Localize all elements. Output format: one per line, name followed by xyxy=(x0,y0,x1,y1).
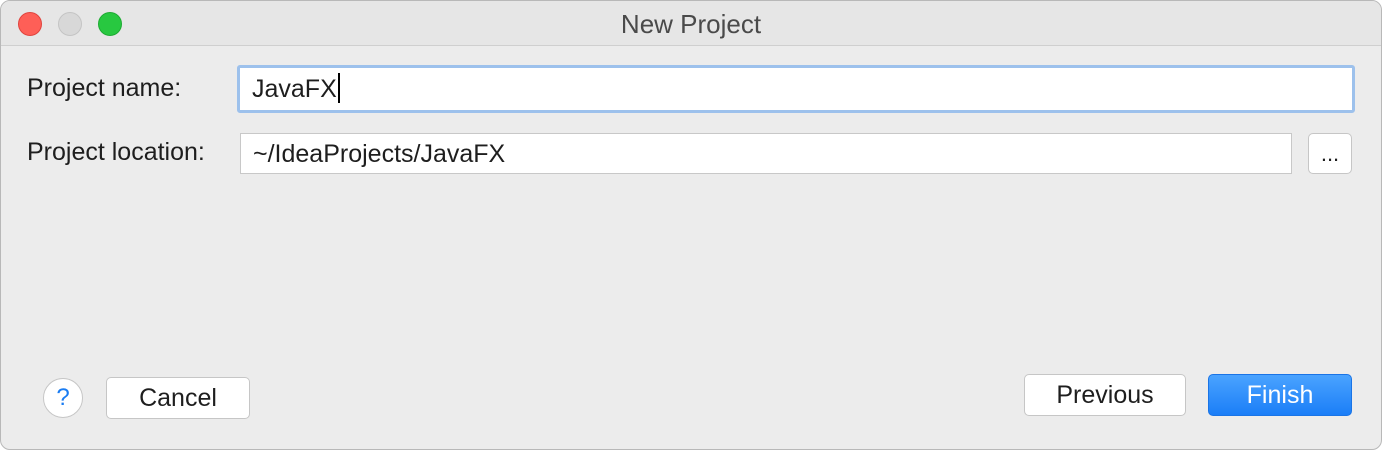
new-project-dialog: New Project Project name: JavaFX Project… xyxy=(0,0,1382,450)
project-location-value: ~/IdeaProjects/JavaFX xyxy=(253,140,506,168)
text-caret xyxy=(337,73,340,104)
help-button[interactable]: ? xyxy=(43,378,83,418)
window-title: New Project xyxy=(620,9,762,39)
browse-location-button[interactable]: ... xyxy=(1308,133,1352,174)
title-bar: New Project xyxy=(1,1,1381,46)
finish-button[interactable]: Finish xyxy=(1208,374,1352,416)
project-location-label: Project location: xyxy=(27,138,205,166)
project-name-value: JavaFX xyxy=(252,75,337,103)
project-location-input[interactable]: ~/IdeaProjects/JavaFX xyxy=(240,133,1292,174)
previous-button[interactable]: Previous xyxy=(1024,374,1186,416)
project-name-input[interactable]: JavaFX xyxy=(237,65,1355,113)
cancel-button[interactable]: Cancel xyxy=(106,377,250,419)
project-name-label: Project name: xyxy=(27,74,182,102)
